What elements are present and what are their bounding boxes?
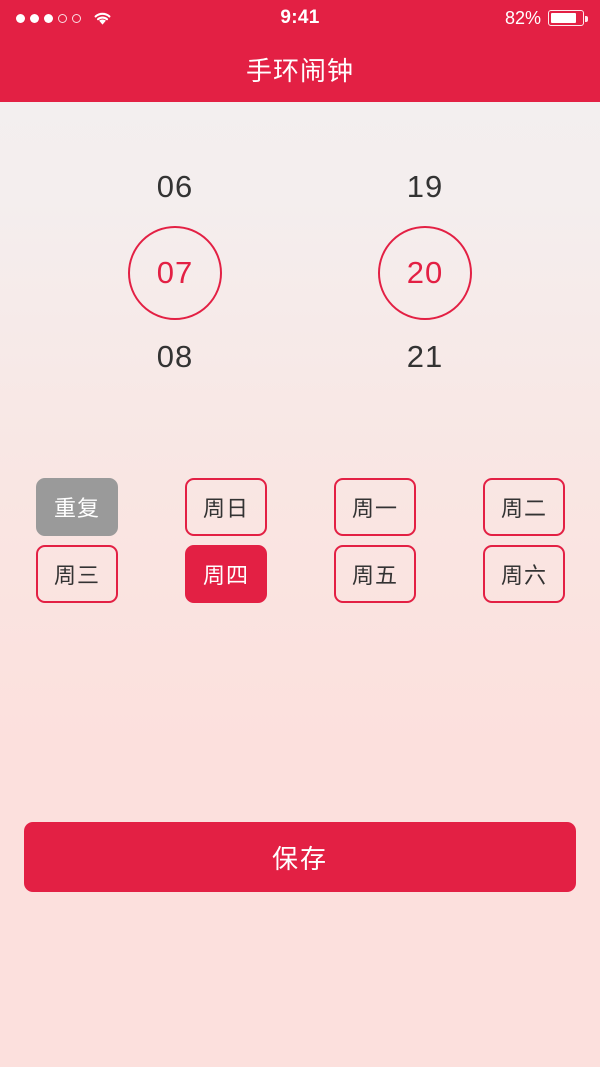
day-button-wednesday[interactable]: 周三 <box>36 545 118 603</box>
minute-previous[interactable]: 19 <box>377 164 473 210</box>
hour-next[interactable]: 08 <box>127 334 223 380</box>
battery-icon <box>548 10 588 26</box>
battery-percent-label: 82% <box>504 7 541 28</box>
save-button[interactable]: 保存 <box>24 822 576 892</box>
hour-picker[interactable]: 06 07 08 <box>127 164 223 380</box>
navigation-bar: 手环闹钟 <box>0 36 600 102</box>
status-bar-right: 82% <box>504 7 588 29</box>
status-bar: 9:41 82% <box>0 0 600 36</box>
day-button-saturday[interactable]: 周六 <box>483 545 565 603</box>
hour-previous[interactable]: 06 <box>127 164 223 210</box>
day-button-tuesday[interactable]: 周二 <box>483 478 565 536</box>
hour-selected[interactable]: 07 <box>128 226 222 320</box>
minute-picker[interactable]: 19 20 21 <box>377 164 473 380</box>
day-button-sunday[interactable]: 周日 <box>185 478 267 536</box>
day-button-friday[interactable]: 周五 <box>334 545 416 603</box>
repeat-days-grid: 重复 周日 周一 周二 周三 周四 周五 周六 <box>36 478 565 603</box>
battery-fill <box>550 12 576 24</box>
minute-selected[interactable]: 20 <box>378 226 472 320</box>
day-button-monday[interactable]: 周一 <box>334 478 416 536</box>
page-title: 手环闹钟 <box>245 55 354 86</box>
minute-next[interactable]: 21 <box>377 334 473 380</box>
time-picker: 06 07 08 19 20 21 <box>0 102 600 380</box>
day-button-thursday[interactable]: 周四 <box>185 545 267 603</box>
repeat-label: 重复 <box>36 478 118 536</box>
